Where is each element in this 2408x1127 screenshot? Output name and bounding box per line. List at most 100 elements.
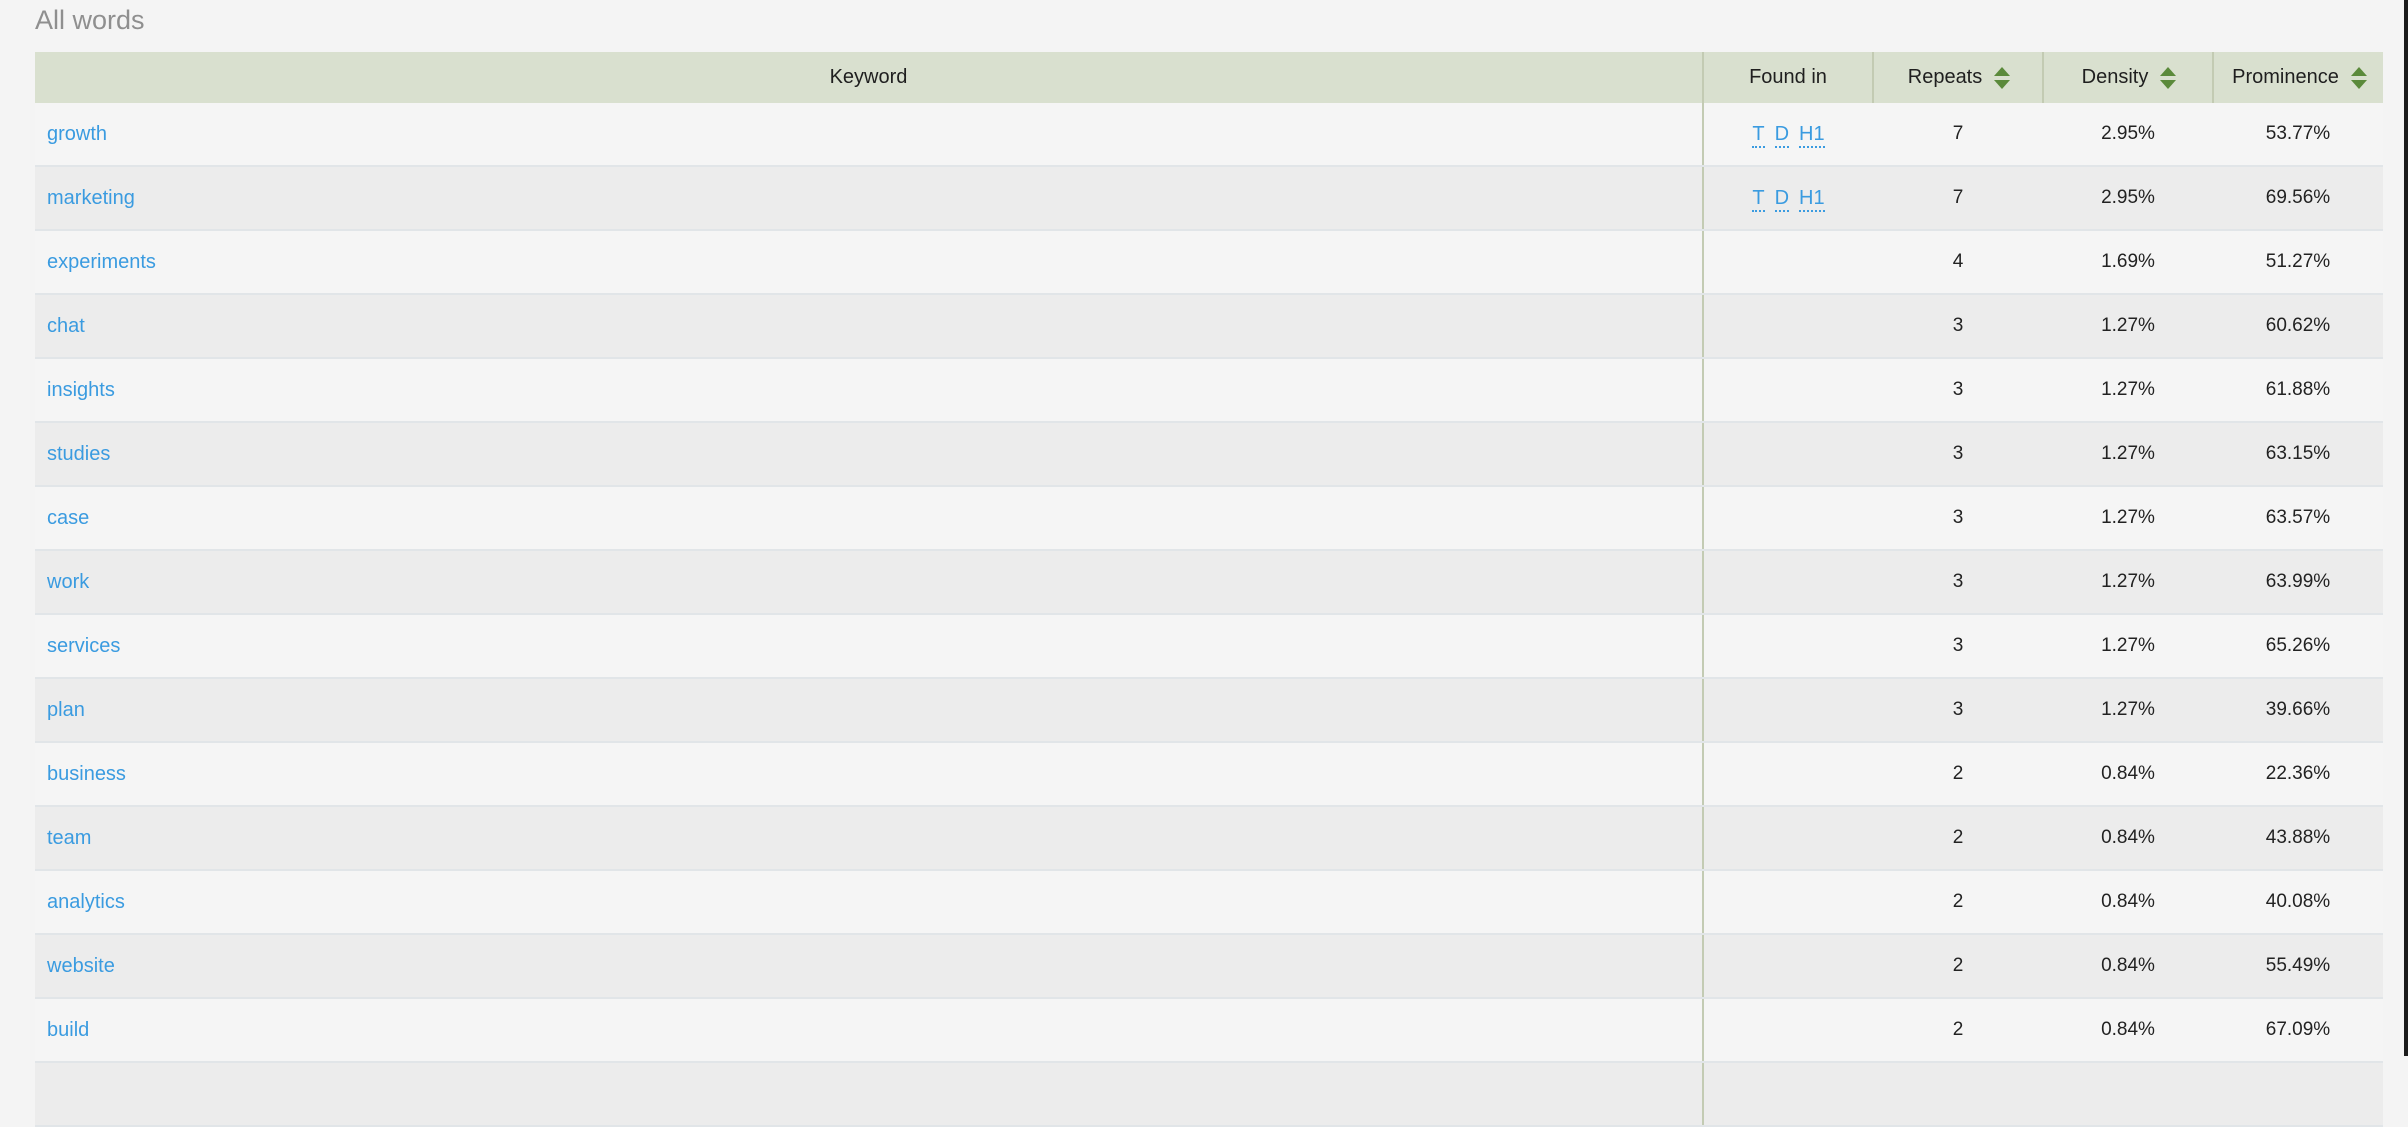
table-row: plan 3 1.27% 39.66% xyxy=(35,678,2383,743)
table-row: marketing T D H1 7 2.95% 69.56% xyxy=(35,166,2383,231)
repeats-cell: 3 xyxy=(1873,550,2043,615)
prominence-cell: 63.57% xyxy=(2213,486,2383,551)
repeats-cell: 2 xyxy=(1873,870,2043,935)
density-cell: 0.84% xyxy=(2043,742,2213,807)
keyword-link[interactable]: experiments xyxy=(47,251,156,273)
table-row: growth T D H1 7 2.95% 53.77% xyxy=(35,103,2383,167)
found-in-cell: T D H1 xyxy=(1703,103,1873,167)
keyword-link[interactable]: analytics xyxy=(47,891,125,913)
keyword-link[interactable]: plan xyxy=(47,699,85,721)
repeats-cell: 3 xyxy=(1873,358,2043,423)
keyword-link[interactable]: insights xyxy=(47,379,115,401)
repeats-cell: 2 xyxy=(1873,998,2043,1063)
keyword-link[interactable]: work xyxy=(47,571,89,593)
prominence-cell: 53.77% xyxy=(2213,103,2383,167)
keyword-link[interactable]: build xyxy=(47,1019,89,1041)
keyword-cell: growth xyxy=(35,103,1704,167)
found-in-tag[interactable]: H1 xyxy=(1799,186,1825,212)
table-header-row: Keyword Found in Repeats Density Promine… xyxy=(35,52,2383,103)
header-prominence[interactable]: Prominence xyxy=(2212,52,2383,103)
density-cell: 0.84% xyxy=(2043,806,2213,871)
keywords-table: Keyword Found in Repeats Density Promine… xyxy=(35,52,2383,1127)
keyword-link[interactable]: chat xyxy=(47,315,85,337)
repeats-cell: 2 xyxy=(1873,806,2043,871)
header-keyword: Keyword xyxy=(35,52,1703,103)
keyword-link[interactable]: marketing xyxy=(47,187,135,209)
density-cell: 1.27% xyxy=(2043,678,2213,743)
section-title: All words xyxy=(35,5,145,35)
sort-icon[interactable] xyxy=(1994,66,2011,89)
table-row: build 2 0.84% 67.09% xyxy=(35,998,2383,1063)
density-cell: 1.27% xyxy=(2043,614,2213,679)
keyword-link[interactable]: website xyxy=(47,955,115,977)
density-cell: 1.27% xyxy=(2043,358,2213,423)
table-row: experiments 4 1.69% 51.27% xyxy=(35,230,2383,295)
keyword-cell: work xyxy=(35,550,1704,615)
found-in-cell: T D H1 xyxy=(1703,166,1873,231)
found-in-tag[interactable]: T xyxy=(1752,186,1765,212)
table-row xyxy=(35,1062,2383,1127)
table-row: insights 3 1.27% 61.88% xyxy=(35,358,2383,423)
sort-icon[interactable] xyxy=(2160,66,2177,89)
keyword-link[interactable]: case xyxy=(47,507,89,529)
found-in-tag[interactable]: H1 xyxy=(1799,122,1825,148)
sort-icon[interactable] xyxy=(2350,66,2367,89)
density-cell xyxy=(2043,1062,2213,1127)
found-in-tag[interactable]: D xyxy=(1774,186,1790,212)
prominence-cell: 69.56% xyxy=(2213,166,2383,231)
repeats-cell: 3 xyxy=(1873,294,2043,359)
prominence-cell: 65.26% xyxy=(2213,614,2383,679)
table-row: website 2 0.84% 55.49% xyxy=(35,934,2383,999)
header-repeats[interactable]: Repeats xyxy=(1872,52,2043,103)
keyword-cell: build xyxy=(35,998,1704,1063)
keyword-link[interactable]: studies xyxy=(47,443,110,465)
keyword-link[interactable]: team xyxy=(47,827,91,849)
density-cell: 0.84% xyxy=(2043,870,2213,935)
repeats-cell: 3 xyxy=(1873,678,2043,743)
table-row: team 2 0.84% 43.88% xyxy=(35,806,2383,871)
prominence-cell: 51.27% xyxy=(2213,230,2383,295)
keyword-cell: chat xyxy=(35,294,1704,359)
density-cell: 2.95% xyxy=(2043,166,2213,231)
repeats-cell: 3 xyxy=(1873,422,2043,487)
found-in-cell xyxy=(1703,358,1873,423)
density-cell: 1.69% xyxy=(2043,230,2213,295)
found-in-cell xyxy=(1703,998,1873,1063)
keyword-cell: insights xyxy=(35,358,1704,423)
found-in-cell xyxy=(1703,1062,1873,1127)
keyword-cell xyxy=(35,1062,1704,1127)
found-in-cell xyxy=(1703,806,1873,871)
found-in-cell xyxy=(1703,230,1873,295)
prominence-cell: 61.88% xyxy=(2213,358,2383,423)
prominence-cell: 39.66% xyxy=(2213,678,2383,743)
density-cell: 1.27% xyxy=(2043,294,2213,359)
found-in-cell xyxy=(1703,678,1873,743)
found-in-cell xyxy=(1703,934,1873,999)
repeats-cell: 2 xyxy=(1873,742,2043,807)
keyword-link[interactable]: growth xyxy=(47,123,107,145)
repeats-cell xyxy=(1873,1062,2043,1127)
keyword-cell: website xyxy=(35,934,1704,999)
found-in-tag[interactable]: T xyxy=(1752,122,1765,148)
prominence-cell xyxy=(2213,1062,2383,1127)
table-row: chat 3 1.27% 60.62% xyxy=(35,294,2383,359)
keyword-cell: team xyxy=(35,806,1704,871)
table-row: analytics 2 0.84% 40.08% xyxy=(35,870,2383,935)
repeats-cell: 4 xyxy=(1873,230,2043,295)
keyword-link[interactable]: services xyxy=(47,635,120,657)
keyword-link[interactable]: business xyxy=(47,763,126,785)
keyword-cell: experiments xyxy=(35,230,1704,295)
keyword-cell: studies xyxy=(35,422,1704,487)
table-row: studies 3 1.27% 63.15% xyxy=(35,422,2383,487)
repeats-cell: 3 xyxy=(1873,614,2043,679)
table-row: services 3 1.27% 65.26% xyxy=(35,614,2383,679)
keyword-cell: analytics xyxy=(35,870,1704,935)
repeats-cell: 3 xyxy=(1873,486,2043,551)
found-in-tag[interactable]: D xyxy=(1774,122,1790,148)
prominence-cell: 55.49% xyxy=(2213,934,2383,999)
found-in-cell xyxy=(1703,614,1873,679)
header-density[interactable]: Density xyxy=(2042,52,2213,103)
prominence-cell: 63.15% xyxy=(2213,422,2383,487)
density-cell: 1.27% xyxy=(2043,550,2213,615)
repeats-cell: 7 xyxy=(1873,166,2043,231)
